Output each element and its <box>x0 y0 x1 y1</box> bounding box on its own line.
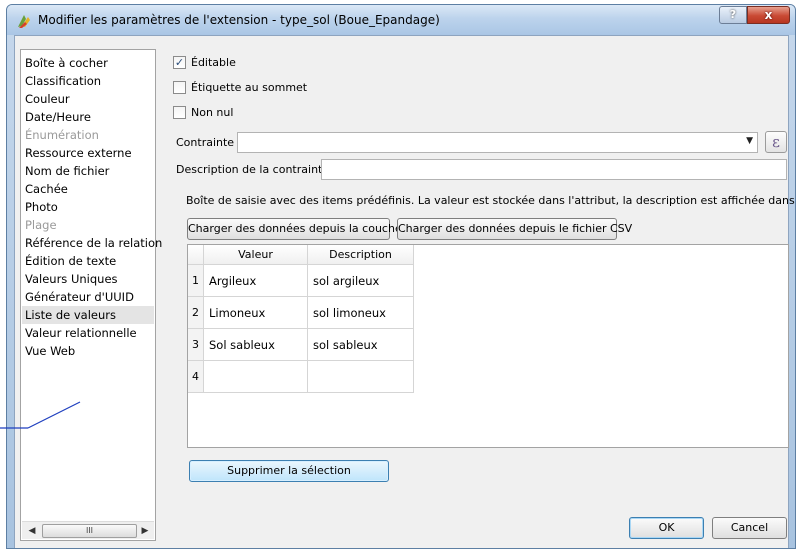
sidebar-item[interactable]: Couleur <box>25 90 70 108</box>
help-button[interactable]: ? <box>719 6 747 24</box>
editable-checkbox[interactable]: ✓ <box>173 55 186 69</box>
scroll-left-icon[interactable]: ◀ <box>25 524 39 538</box>
corner-header[interactable] <box>188 245 204 265</box>
table-cell-value[interactable] <box>204 361 308 393</box>
window-title: Modifier les paramètres de l'extension -… <box>38 13 440 27</box>
row-number[interactable]: 4 <box>188 361 204 393</box>
remove-selection-button[interactable]: Supprimer la sélection <box>189 460 389 482</box>
table-cell-description[interactable]: sol limoneux <box>308 297 414 329</box>
dialog-window: Modifier les paramètres de l'extension -… <box>6 4 796 549</box>
not-null-checkbox[interactable] <box>173 105 186 119</box>
table-cell-description[interactable] <box>308 361 414 393</box>
horizontal-scrollbar[interactable]: ◀ III ▶ <box>22 521 154 539</box>
editable-label: Éditable <box>191 55 236 69</box>
chevron-down-icon[interactable]: ▼ <box>746 136 753 146</box>
label-on-top-checkbox[interactable] <box>173 80 186 94</box>
row-number[interactable]: 1 <box>188 265 204 297</box>
sidebar-item[interactable]: Valeur relationnelle <box>25 324 137 342</box>
sidebar-item: Plage <box>25 218 57 232</box>
sidebar-item[interactable]: Classification <box>25 72 101 90</box>
table-cell-value[interactable]: Argileux <box>204 265 308 297</box>
sidebar-item[interactable]: Nom de fichier <box>25 162 109 180</box>
constraint-description-label: Description de la contrainte <box>176 163 330 176</box>
load-from-layer-button[interactable]: Charger des données depuis la couche <box>187 218 402 240</box>
title-bar[interactable]: Modifier les paramètres de l'extension -… <box>7 5 795 35</box>
sidebar-item[interactable]: Boîte à cocher <box>25 54 108 72</box>
scroll-right-icon[interactable]: ▶ <box>138 524 152 538</box>
expression-builder-button[interactable]: ε <box>765 131 787 153</box>
table-cell-value[interactable]: Limoneux <box>204 297 308 329</box>
sidebar-item[interactable]: Édition de texte <box>25 252 116 270</box>
sidebar-item: Énumération <box>25 128 99 142</box>
qgis-app-icon <box>18 15 30 28</box>
widget-type-list[interactable]: Boîte à cocher Classification Couleur Date/… <box>20 49 162 541</box>
ok-button[interactable]: OK <box>629 517 704 539</box>
not-null-label: Non nul <box>191 105 234 119</box>
constraint-description-input[interactable] <box>321 159 787 180</box>
close-button[interactable]: x <box>747 6 790 24</box>
row-number[interactable]: 2 <box>188 297 204 329</box>
scroll-thumb[interactable]: III <box>42 524 137 538</box>
dialog-body: Boîte à cocher Classification Couleur Date/… <box>14 35 795 548</box>
table-cell-description[interactable]: sol sableux <box>308 329 414 361</box>
sidebar-item[interactable]: Date/Heure <box>25 108 91 126</box>
widget-description-text: Boîte de saisie avec des items prédéfini… <box>186 194 796 207</box>
cancel-button[interactable]: Cancel <box>712 517 787 539</box>
sidebar-item[interactable]: Référence de la relation <box>25 234 162 252</box>
constraint-combobox[interactable]: ▼ <box>237 132 758 153</box>
constraint-label: Contrainte <box>176 136 235 149</box>
label-on-top-label: Étiquette au sommet <box>191 80 308 94</box>
sidebar-item[interactable]: Liste de valeurs <box>22 306 154 324</box>
sidebar-item[interactable]: Cachée <box>25 180 68 198</box>
value-map-table[interactable]: Valeur Description 1 Argileux sol argileux… <box>187 244 789 448</box>
label-on-top-option[interactable]: Étiquette au sommet <box>173 79 307 95</box>
sidebar-item[interactable]: Vue Web <box>25 342 75 360</box>
sidebar-item[interactable]: Ressource externe <box>25 144 132 162</box>
load-from-csv-button[interactable]: Charger des données depuis le fichier CS… <box>397 218 632 240</box>
not-null-option[interactable]: Non nul <box>173 104 233 120</box>
row-number[interactable]: 3 <box>188 329 204 361</box>
table-cell-description[interactable]: sol argileux <box>308 265 414 297</box>
sidebar-item[interactable]: Valeurs Uniques <box>25 270 118 288</box>
column-header-description[interactable]: Description <box>308 245 414 265</box>
table-cell-value[interactable]: Sol sableux <box>204 329 308 361</box>
sidebar-item[interactable]: Générateur d'UUID <box>25 288 134 306</box>
sidebar-item[interactable]: Photo <box>25 198 58 216</box>
column-header-value[interactable]: Valeur <box>204 245 308 265</box>
editable-option[interactable]: ✓ Éditable <box>173 54 236 70</box>
